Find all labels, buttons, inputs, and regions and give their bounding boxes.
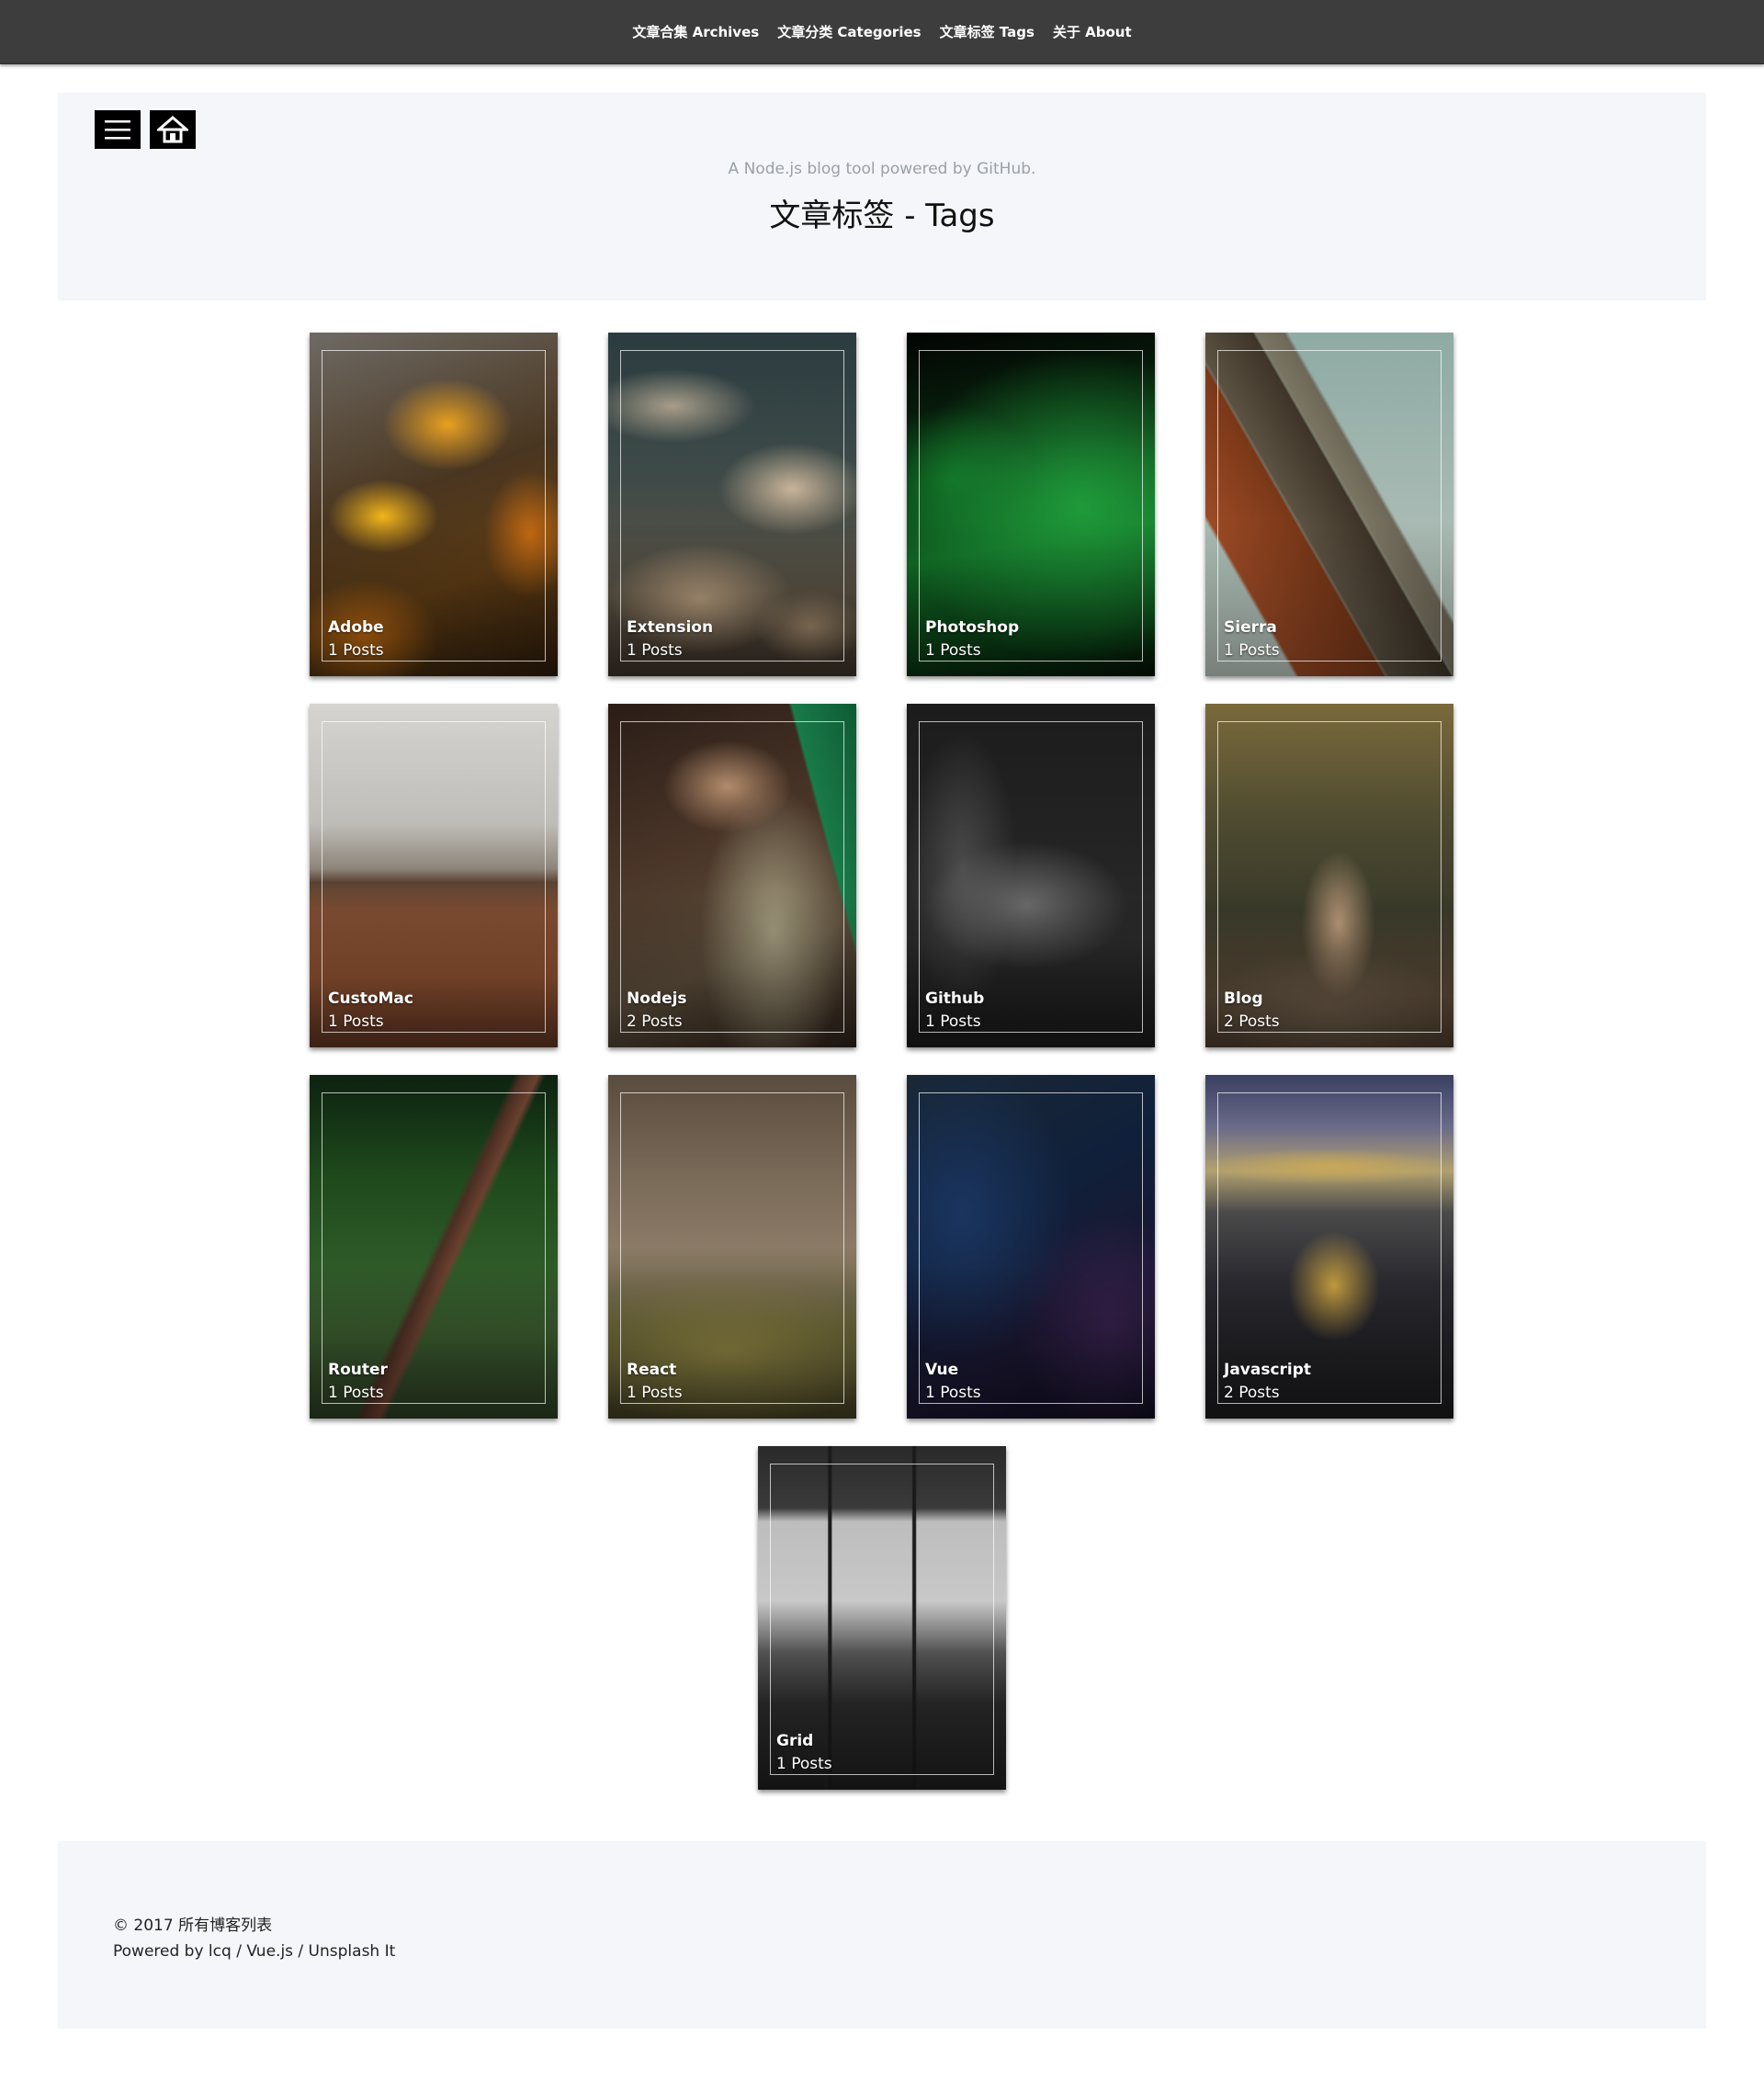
menu-icon [105, 120, 130, 140]
tag-name: React [627, 1361, 677, 1379]
tag-post-count: 1 Posts [328, 641, 384, 660]
menu-button[interactable] [95, 110, 141, 149]
tag-name: Adobe [328, 618, 384, 637]
tag-name: Router [328, 1361, 388, 1379]
footer-powered-by: Powered by lcq / Vue.js / Unsplash It [113, 1942, 396, 1961]
tag-post-count: 1 Posts [328, 1012, 384, 1031]
footer-copyright: © 2017 所有博客列表 [113, 1917, 273, 1935]
tag-card-frame [620, 1092, 844, 1404]
tag-card-frame [322, 1092, 546, 1404]
top-nav: 文章合集 Archives 文章分类 Categories 文章标签 Tags … [0, 0, 1764, 64]
tag-grid: Adobe 1 Posts Extension 1 Posts Photosho… [0, 0, 1764, 2092]
nav-link-about[interactable]: 关于 About [1053, 22, 1132, 41]
tag-name: Vue [925, 1361, 959, 1379]
nav-link-categories[interactable]: 文章分类 Categories [777, 22, 921, 41]
tag-name: Extension [627, 618, 714, 637]
tag-card-frame [919, 721, 1143, 1033]
tag-post-count: 1 Posts [627, 641, 683, 660]
tag-card-frame [1217, 721, 1442, 1033]
page-title: 文章标签 - Tags [769, 198, 995, 234]
tag-post-count: 2 Posts [1224, 1012, 1280, 1031]
tag-post-count: 1 Posts [925, 641, 981, 660]
tag-name: Blog [1224, 989, 1263, 1008]
nav-link-tags[interactable]: 文章标签 Tags [940, 22, 1035, 41]
tag-name: Grid [776, 1732, 814, 1750]
tag-card-frame [620, 350, 844, 662]
tag-card-extension[interactable]: Extension 1 Posts [608, 333, 856, 676]
tag-post-count: 1 Posts [925, 1384, 981, 1402]
footer: © 2017 所有博客列表 Powered by lcq / Vue.js / … [58, 1841, 1706, 2029]
tag-card-github[interactable]: Github 1 Posts [907, 704, 1155, 1047]
tag-card-customac[interactable]: CustoMac 1 Posts [310, 704, 558, 1047]
tag-card-frame [322, 721, 546, 1033]
tag-post-count: 1 Posts [627, 1384, 683, 1402]
tag-card-frame [322, 350, 546, 662]
tag-card-blog[interactable]: Blog 2 Posts [1205, 704, 1453, 1047]
tag-card-grid[interactable]: Grid 1 Posts [758, 1446, 1006, 1790]
tag-card-frame [620, 721, 844, 1033]
tag-post-count: 2 Posts [1224, 1384, 1280, 1402]
tag-card-frame [1217, 1092, 1442, 1404]
tag-name: CustoMac [328, 989, 413, 1008]
tag-post-count: 1 Posts [925, 1012, 981, 1031]
tag-card-frame [919, 1092, 1143, 1404]
tag-name: Javascript [1224, 1361, 1312, 1379]
tag-name: Nodejs [627, 989, 687, 1008]
header-panel: A Node.js blog tool powered by GitHub. 文… [58, 93, 1706, 300]
tag-card-sierra[interactable]: Sierra 1 Posts [1205, 333, 1453, 676]
home-icon [157, 116, 188, 143]
tag-post-count: 1 Posts [1224, 641, 1280, 660]
tag-name: Photoshop [925, 618, 1020, 637]
tag-name: Github [925, 989, 985, 1008]
tag-card-nodejs[interactable]: Nodejs 2 Posts [608, 704, 856, 1047]
tag-card-frame [919, 350, 1143, 662]
tag-name: Sierra [1224, 618, 1277, 637]
nav-link-archives[interactable]: 文章合集 Archives [632, 22, 759, 41]
tag-card-adobe[interactable]: Adobe 1 Posts [310, 333, 558, 676]
tag-post-count: 1 Posts [776, 1755, 832, 1773]
tag-post-count: 1 Posts [328, 1384, 384, 1402]
tag-card-router[interactable]: Router 1 Posts [310, 1075, 558, 1419]
tag-card-react[interactable]: React 1 Posts [608, 1075, 856, 1419]
tag-card-photoshop[interactable]: Photoshop 1 Posts [907, 333, 1155, 676]
tag-card-frame [770, 1464, 994, 1775]
home-button[interactable] [150, 110, 196, 149]
tag-card-vue[interactable]: Vue 1 Posts [907, 1075, 1155, 1419]
tag-post-count: 2 Posts [627, 1012, 683, 1031]
site-subtitle: A Node.js blog tool powered by GitHub. [728, 160, 1036, 178]
tag-card-javascript[interactable]: Javascript 2 Posts [1205, 1075, 1453, 1419]
tag-card-frame [1217, 350, 1442, 662]
